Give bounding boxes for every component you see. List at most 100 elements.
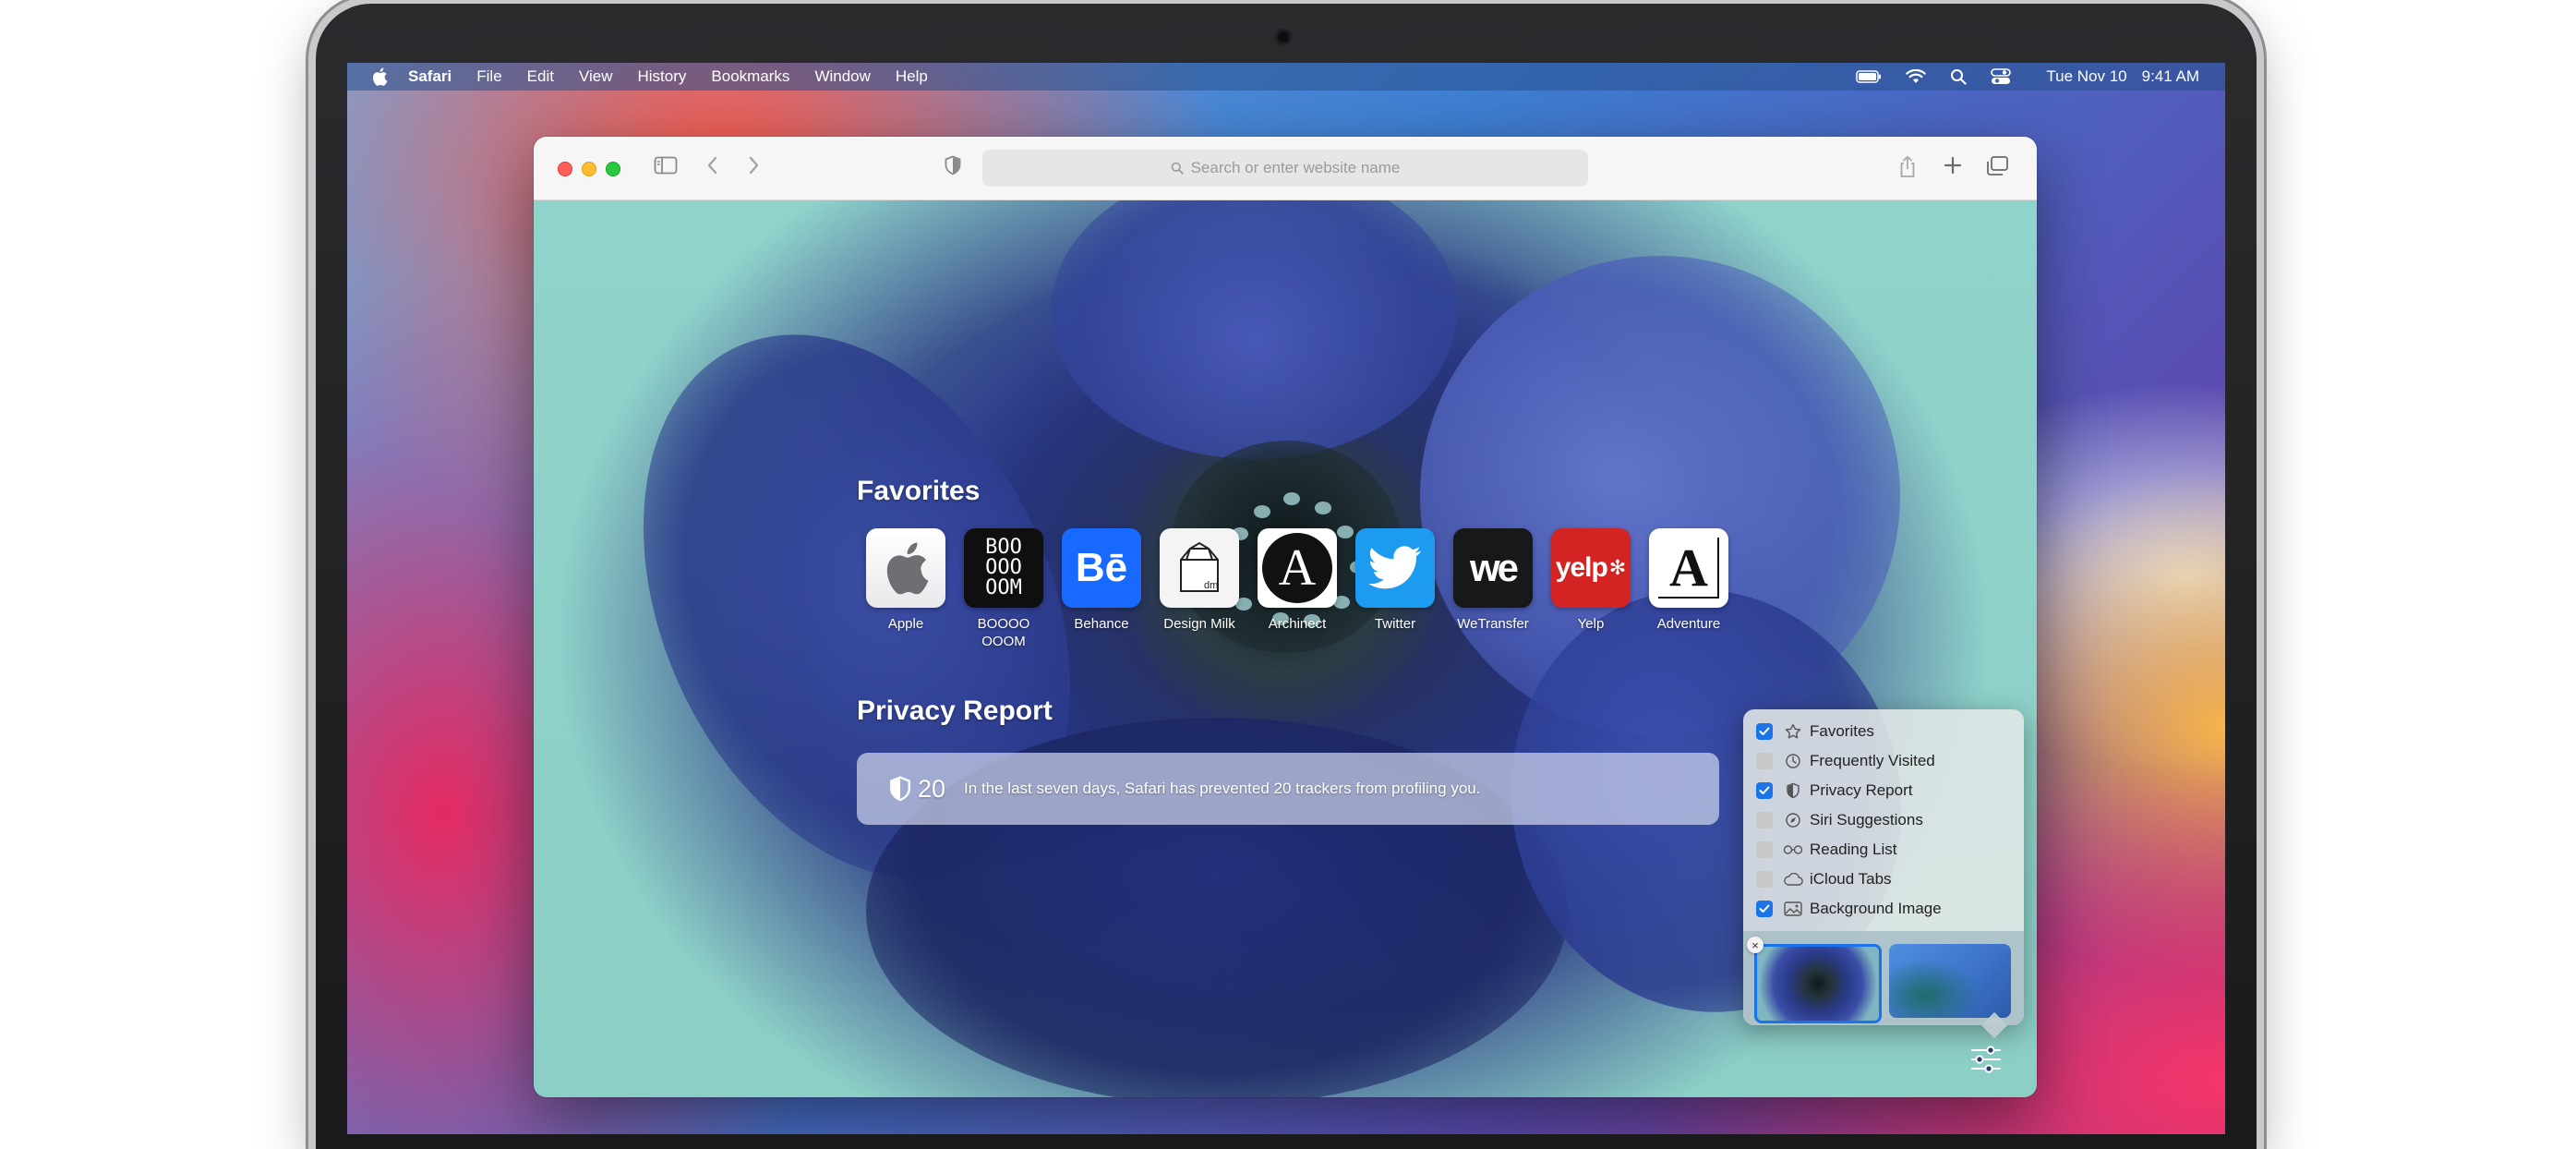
share-icon[interactable] [1898, 155, 1917, 179]
menu-bar-date: Tue Nov 10 [2046, 67, 2127, 85]
favorite-booooooom[interactable]: BOO OOO OOM BOOOO OOOM [955, 528, 1053, 650]
favorite-label: Archinect [1268, 616, 1327, 632]
shield-icon [1782, 782, 1804, 799]
safari-window: Search or enter website name Favorites A… [534, 137, 2037, 1097]
privacy-shield-icon[interactable] [944, 155, 962, 175]
favorites-checkbox[interactable] [1756, 723, 1773, 740]
option-label: Reading List [1810, 841, 1897, 858]
menu-edit[interactable]: Edit [527, 67, 554, 86]
remove-background-close-icon[interactable]: × [1747, 937, 1763, 953]
favorite-wetransfer[interactable]: we WeTransfer [1444, 528, 1542, 650]
favorite-label: Adventure [1656, 616, 1721, 632]
yelp-tile-text: yelp [1555, 552, 1608, 583]
favorite-adventure[interactable]: A Adventure [1640, 528, 1738, 650]
glasses-icon [1782, 844, 1804, 855]
favorite-apple[interactable]: Apple [857, 528, 955, 650]
icloud-tabs-checkbox[interactable] [1756, 871, 1773, 888]
option-reading-list[interactable]: Reading List [1756, 839, 1897, 861]
customize-start-page-popover: Favorites Frequently Visited Privacy Rep… [1743, 709, 2024, 1025]
search-icon [1171, 162, 1184, 175]
background-petal [1051, 200, 1457, 459]
yelp-burst-icon: ✻ [1608, 556, 1627, 579]
wifi-icon[interactable] [1906, 69, 1927, 84]
privacy-report-heading: Privacy Report [857, 695, 1053, 726]
option-privacy-report[interactable]: Privacy Report [1756, 780, 1912, 802]
option-label: iCloud Tabs [1810, 870, 1892, 888]
favorites-heading: Favorites [857, 476, 981, 506]
favorite-yelp[interactable]: yelp ✻ Yelp [1542, 528, 1640, 650]
background-image-tray: × [1743, 931, 2024, 1025]
option-label: Frequently Visited [1810, 752, 1935, 769]
option-label: Siri Suggestions [1810, 811, 1923, 828]
option-frequently-visited[interactable]: Frequently Visited [1756, 750, 1935, 772]
booooooom-tile-text: BOO OOO OOM [985, 536, 1022, 599]
image-icon [1782, 901, 1804, 916]
background-thumbnail-flower[interactable] [1754, 944, 1882, 1023]
favorite-label: Design Milk [1163, 616, 1235, 632]
favorite-behance[interactable]: Bē Behance [1053, 528, 1150, 650]
privacy-report-card[interactable]: 20 In the last seven days, Safari has pr… [857, 753, 1719, 825]
minimize-window-button[interactable] [582, 162, 596, 176]
menu-bookmarks[interactable]: Bookmarks [711, 67, 789, 86]
desktop-screen: Safari File Edit View History Bookmarks … [347, 63, 2225, 1134]
favorite-label: Behance [1074, 616, 1129, 632]
option-icloud-tabs[interactable]: iCloud Tabs [1756, 868, 1892, 890]
tab-overview-icon[interactable] [1985, 155, 2009, 177]
compass-icon [1782, 812, 1804, 828]
menu-window[interactable]: Window [814, 67, 870, 86]
shield-icon [888, 775, 912, 803]
start-page: Favorites Apple BOO OOO OOM BOOOO OOOM B… [534, 200, 2037, 1097]
back-icon[interactable] [705, 155, 720, 175]
safari-toolbar: Search or enter website name [534, 137, 2037, 200]
control-center-icon[interactable] [1991, 68, 2012, 85]
favorite-design-milk[interactable]: dm Design Milk [1150, 528, 1248, 650]
option-background-image[interactable]: Background Image [1756, 898, 1942, 920]
option-label: Privacy Report [1810, 781, 1913, 799]
menu-view[interactable]: View [579, 67, 613, 86]
privacy-report-checkbox[interactable] [1756, 782, 1773, 799]
booooooom-logo-icon: BOO OOO OOM [964, 528, 1043, 608]
design-milk-tile-text: dm [1204, 580, 1219, 591]
apple-logo-icon [866, 528, 945, 608]
favorite-label: WeTransfer [1457, 616, 1529, 632]
zoom-window-button[interactable] [606, 162, 620, 176]
customize-sliders-icon[interactable] [1970, 1045, 2002, 1074]
wetransfer-logo-icon: we [1453, 528, 1533, 608]
menu-file[interactable]: File [476, 67, 501, 86]
spotlight-search-icon[interactable] [1950, 68, 1967, 85]
option-label: Favorites [1810, 722, 1874, 740]
battery-icon[interactable] [1856, 70, 1882, 83]
option-siri-suggestions[interactable]: Siri Suggestions [1756, 809, 1923, 831]
privacy-report-message: In the last seven days, Safari has preve… [964, 780, 1481, 797]
flower-stamen [1254, 505, 1270, 518]
frequently-visited-checkbox[interactable] [1756, 753, 1773, 769]
sidebar-toggle-icon[interactable] [654, 155, 678, 175]
forward-icon[interactable] [746, 155, 761, 175]
reading-list-checkbox[interactable] [1756, 841, 1773, 858]
menu-safari[interactable]: Safari [408, 67, 451, 86]
option-favorites[interactable]: Favorites [1756, 720, 1874, 743]
address-bar[interactable]: Search or enter website name [982, 150, 1588, 187]
address-bar-placeholder: Search or enter website name [1190, 159, 1401, 176]
close-window-button[interactable] [558, 162, 572, 176]
design-milk-carton-icon: dm [1160, 528, 1239, 608]
twitter-bird-icon [1355, 528, 1435, 608]
menu-history[interactable]: History [638, 67, 687, 86]
favorite-twitter[interactable]: Twitter [1346, 528, 1444, 650]
menu-bar-status: Tue Nov 10 9:41 AM [1832, 67, 2199, 86]
menu-bar-clock[interactable]: Tue Nov 10 9:41 AM [2046, 67, 2199, 86]
favorite-archinect[interactable]: A Archinect [1248, 528, 1346, 650]
yelp-logo-icon: yelp ✻ [1551, 528, 1631, 608]
apple-menu-icon[interactable] [371, 67, 390, 86]
archinect-logo-icon: A [1258, 528, 1337, 608]
cloud-icon [1782, 873, 1804, 886]
menu-help[interactable]: Help [896, 67, 928, 86]
new-tab-plus-icon[interactable] [1943, 155, 1963, 175]
siri-suggestions-checkbox[interactable] [1756, 812, 1773, 828]
favorite-label: Apple [887, 616, 924, 632]
background-thumbnail-sky[interactable] [1889, 944, 2011, 1018]
background-image-checkbox[interactable] [1756, 901, 1773, 917]
star-icon [1782, 723, 1804, 740]
flower-stamen [1283, 492, 1300, 505]
camera-dot [1278, 31, 1289, 42]
